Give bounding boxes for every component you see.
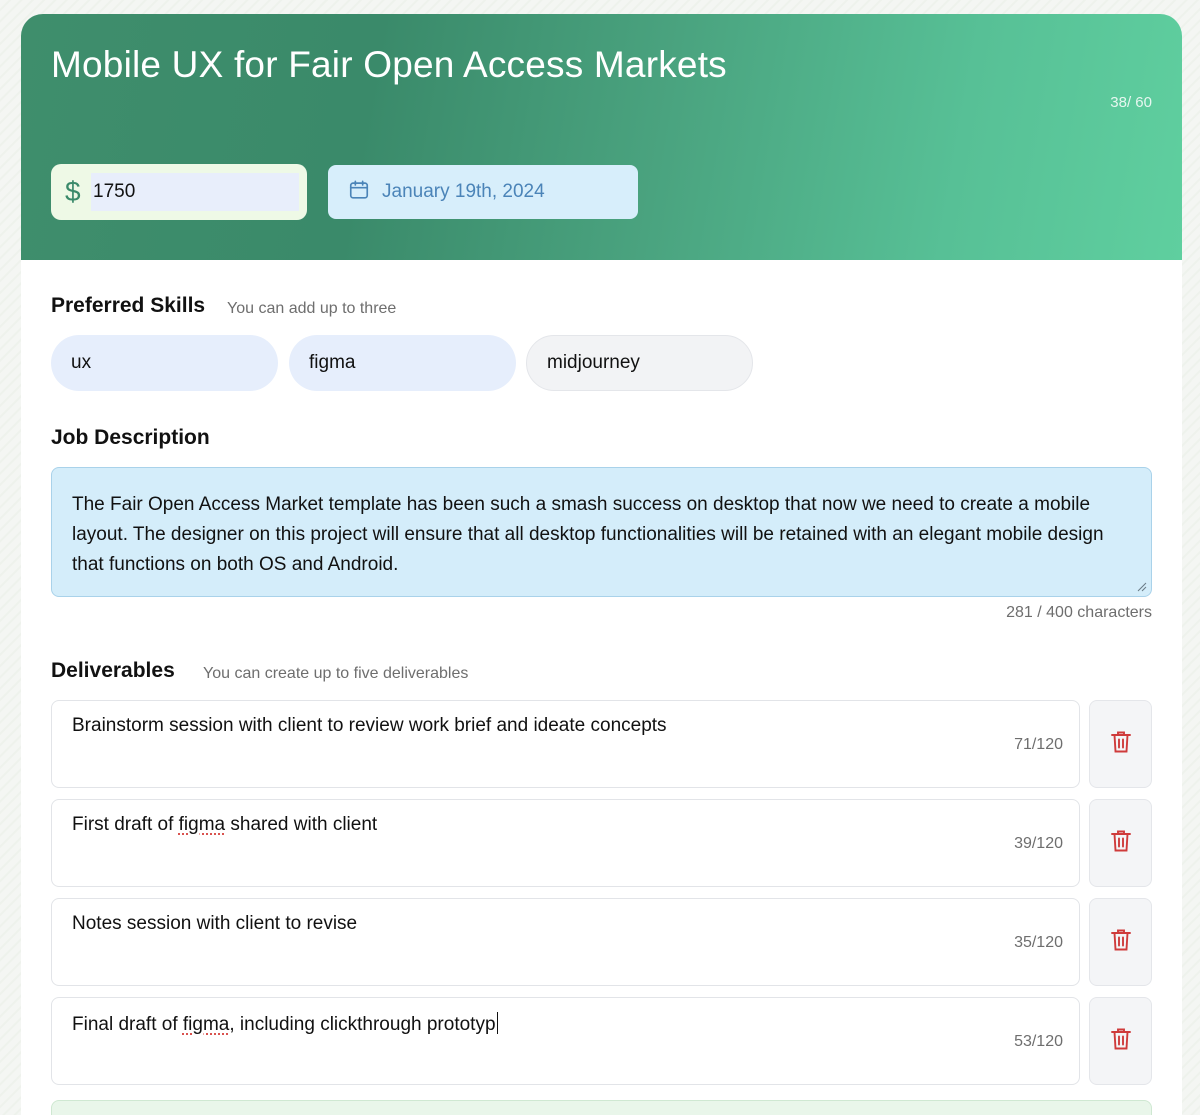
deliverable-char-count: 71/120: [1014, 736, 1063, 753]
skill-chip-figma[interactable]: figma: [289, 335, 516, 391]
deliverables-hint: You can create up to five deliverables: [203, 665, 469, 682]
due-date-value: January 19th, 2024: [382, 181, 545, 202]
budget-field: $: [51, 164, 307, 220]
trash-icon: [1110, 1027, 1132, 1056]
deliverable-input-4[interactable]: Final draft of figma, including clickthr…: [51, 997, 1080, 1085]
deliverable-input-2[interactable]: First draft of figma shared with client …: [51, 799, 1080, 887]
budget-input[interactable]: [91, 173, 299, 211]
job-description-textarea[interactable]: The Fair Open Access Market template has…: [51, 467, 1152, 597]
deliverable-char-count: 35/120: [1014, 934, 1063, 951]
deliverable-input-3[interactable]: Notes session with client to revise 35/1…: [51, 898, 1080, 986]
job-description-text: The Fair Open Access Market template has…: [72, 494, 1104, 575]
deliverables-label: Deliverables: [51, 659, 175, 682]
deliverable-text: Final draft of figma, including clickthr…: [72, 1012, 499, 1036]
job-form-card: Mobile UX for Fair Open Access Markets 3…: [21, 14, 1182, 1115]
trash-icon: [1110, 829, 1132, 858]
skill-chip-midjourney[interactable]: midjourney: [526, 335, 753, 391]
description-char-count: 281 / 400 characters: [1006, 604, 1152, 621]
skills-hint: You can add up to three: [227, 300, 397, 317]
delete-deliverable-button-1[interactable]: [1089, 700, 1152, 788]
trash-icon: [1110, 928, 1132, 957]
resize-handle-icon[interactable]: [1137, 582, 1147, 592]
job-header: Mobile UX for Fair Open Access Markets 3…: [21, 14, 1182, 260]
deliverable-input-1[interactable]: Brainstorm session with client to review…: [51, 700, 1080, 788]
delete-deliverable-button-2[interactable]: [1089, 799, 1152, 887]
trash-icon: [1110, 730, 1132, 759]
deliverable-text: Brainstorm session with client to review…: [72, 715, 667, 736]
title-char-count: 38/ 60: [1110, 94, 1152, 111]
due-date-picker[interactable]: January 19th, 2024: [328, 165, 638, 219]
skill-chip-label: figma: [309, 352, 356, 373]
description-label: Job Description: [51, 426, 210, 449]
delete-deliverable-button-4[interactable]: [1089, 997, 1152, 1085]
skill-chip-label: ux: [71, 352, 92, 373]
skills-label: Preferred Skills: [51, 294, 206, 317]
add-deliverable-area[interactable]: [51, 1100, 1152, 1115]
calendar-icon: [348, 179, 370, 206]
job-title-input[interactable]: Mobile UX for Fair Open Access Markets: [51, 44, 727, 86]
deliverable-text: First draft of figma shared with client: [72, 814, 378, 835]
dollar-icon: $: [65, 176, 81, 207]
text-caret: [496, 1012, 499, 1034]
deliverable-char-count: 39/120: [1014, 835, 1063, 852]
deliverable-text: Notes session with client to revise: [72, 913, 358, 934]
deliverable-char-count: 53/120: [1014, 1033, 1063, 1050]
delete-deliverable-button-3[interactable]: [1089, 898, 1152, 986]
skill-chip-ux[interactable]: ux: [51, 335, 278, 391]
skill-chip-label: midjourney: [547, 352, 640, 373]
